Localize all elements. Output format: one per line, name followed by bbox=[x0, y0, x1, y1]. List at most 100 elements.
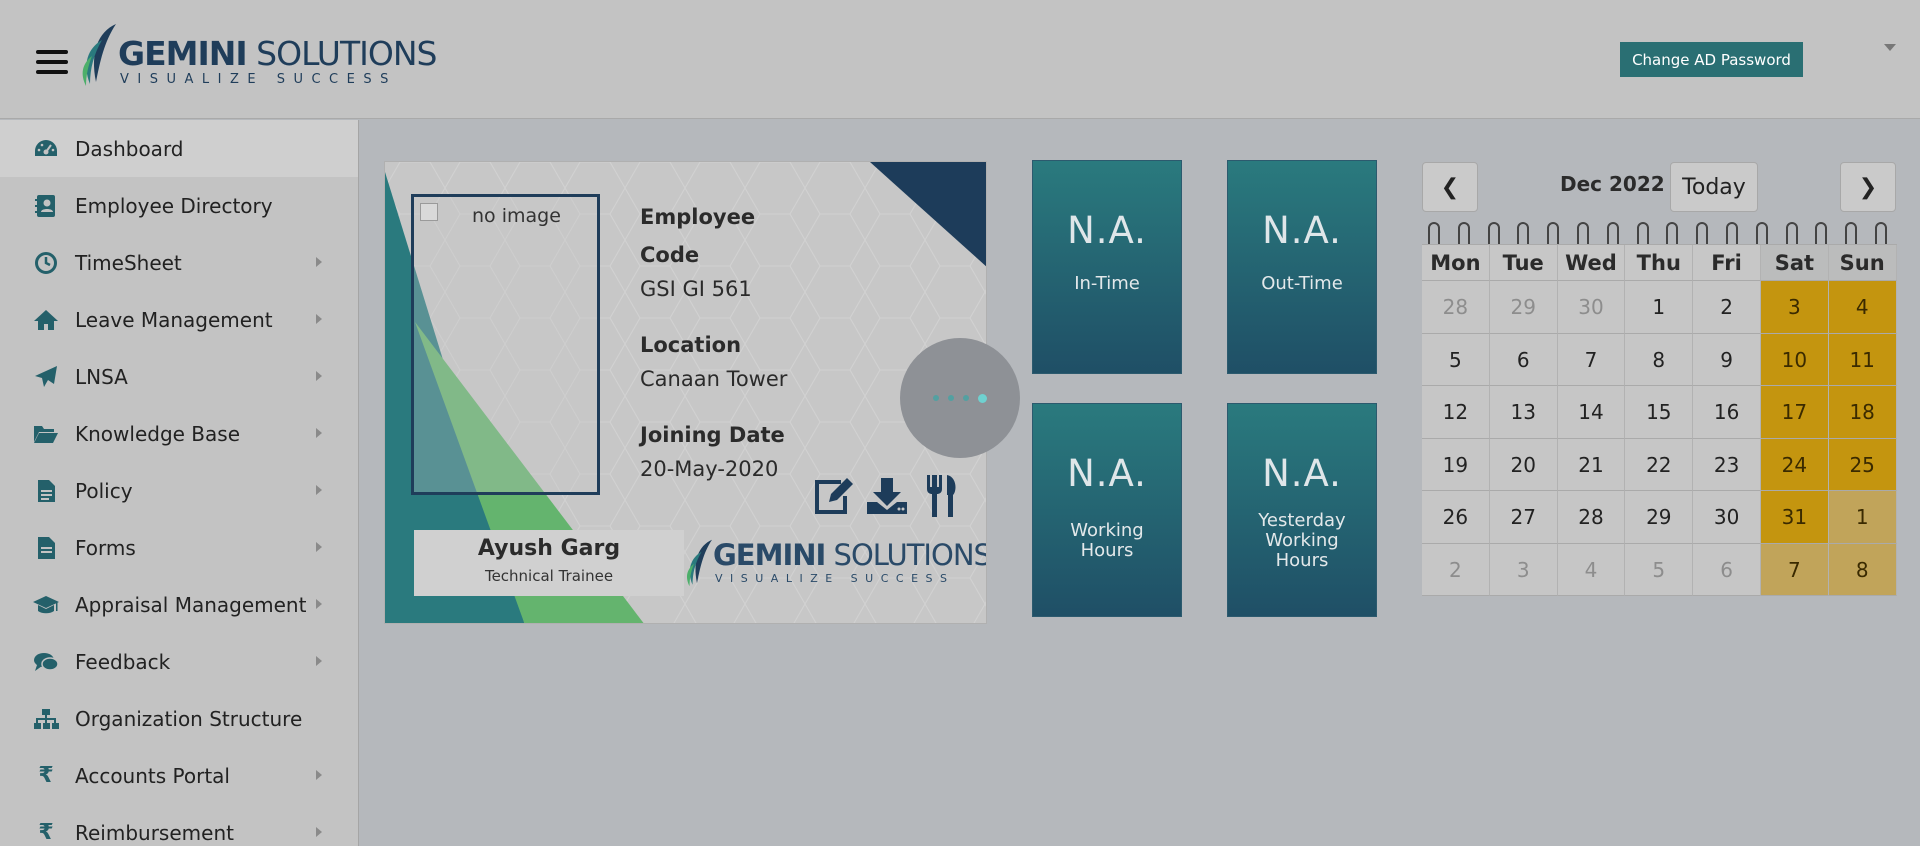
calendar-day-cell[interactable]: 28 bbox=[1422, 281, 1490, 334]
calendar-day-cell[interactable]: 8 bbox=[1828, 543, 1897, 596]
comments-icon bbox=[32, 648, 60, 676]
in-time-tile[interactable]: N.A. In-Time bbox=[1032, 160, 1182, 374]
calendar-day-cell[interactable]: 17 bbox=[1760, 386, 1829, 439]
sidebar-item-label: Organization Structure bbox=[75, 706, 303, 731]
calendar-day-cell[interactable]: 7 bbox=[1760, 543, 1829, 596]
calendar-week-row: 19 20 21 22 23 24 25 bbox=[1422, 438, 1897, 491]
yesterday-working-hours-label: Yesterday Working Hours bbox=[1258, 510, 1346, 571]
out-time-tile[interactable]: N.A. Out-Time bbox=[1227, 160, 1377, 374]
working-hours-tile[interactable]: N.A. Working Hours bbox=[1032, 403, 1182, 617]
calendar-day-cell[interactable]: 13 bbox=[1489, 386, 1558, 439]
calendar-day-cell[interactable]: 19 bbox=[1422, 438, 1490, 491]
calendar-day-cell[interactable]: 2 bbox=[1422, 543, 1490, 596]
sidebar-item-lnsa[interactable]: LNSA bbox=[0, 348, 358, 405]
calendar-day-cell[interactable]: 29 bbox=[1625, 491, 1694, 544]
calendar-day-cell[interactable]: 30 bbox=[1693, 491, 1761, 544]
sidebar-item-label: Policy bbox=[75, 478, 133, 503]
calendar-prev-button[interactable]: ❮ bbox=[1422, 162, 1478, 212]
weekday-tue: Tue bbox=[1489, 245, 1558, 281]
calendar-day-cell[interactable]: 25 bbox=[1828, 438, 1897, 491]
sidebar-item-policy[interactable]: Policy bbox=[0, 462, 358, 519]
calendar-day-cell[interactable]: 16 bbox=[1693, 386, 1761, 439]
calendar-day-cell[interactable]: 20 bbox=[1489, 438, 1558, 491]
employee-code-label-2: Code bbox=[640, 243, 700, 267]
calendar-day-cell[interactable]: 18 bbox=[1828, 386, 1897, 439]
calendar-day-cell[interactable]: 7 bbox=[1557, 333, 1626, 386]
calendar-day-cell[interactable]: 5 bbox=[1422, 333, 1490, 386]
calendar-week-row: 5 6 7 8 9 10 11 bbox=[1422, 333, 1897, 386]
company-logo[interactable]: GEMINI SOLUTIONS VISUALIZE SUCCESS bbox=[80, 22, 437, 88]
working-hours-label: Working Hours bbox=[1070, 520, 1144, 561]
calendar-day-cell[interactable]: 26 bbox=[1422, 491, 1490, 544]
calendar-day-cell[interactable]: 3 bbox=[1489, 543, 1558, 596]
user-menu-caret-icon[interactable] bbox=[1884, 44, 1896, 51]
calendar-today-button[interactable]: Today bbox=[1670, 162, 1758, 212]
sidebar-item-leave-management[interactable]: Leave Management bbox=[0, 291, 358, 348]
calendar-day-cell[interactable]: 27 bbox=[1489, 491, 1558, 544]
photo-alt-text: no image bbox=[472, 205, 561, 227]
employee-name: Ayush Garg bbox=[477, 536, 621, 561]
sidebar-item-knowledge-base[interactable]: Knowledge Base bbox=[0, 405, 358, 462]
sidebar-item-accounts-portal[interactable]: ₹ Accounts Portal bbox=[0, 747, 358, 804]
calendar-day-cell[interactable]: 12 bbox=[1422, 386, 1490, 439]
sidebar-item-employee-directory[interactable]: Employee Directory bbox=[0, 177, 358, 234]
sidebar-item-label: Accounts Portal bbox=[75, 763, 230, 788]
expand-arrow-icon bbox=[316, 827, 322, 837]
leaf-logo-icon bbox=[82, 24, 116, 86]
sidebar-item-forms[interactable]: Forms bbox=[0, 519, 358, 576]
sidebar-item-label: Reimbursement bbox=[75, 820, 234, 845]
change-ad-password-button[interactable]: Change AD Password bbox=[1620, 42, 1803, 77]
calendar-day-cell[interactable]: 31 bbox=[1760, 491, 1829, 544]
in-time-label: In-Time bbox=[1074, 273, 1140, 294]
calendar-day-cell[interactable]: 8 bbox=[1625, 333, 1694, 386]
calendar-day-cell[interactable]: 24 bbox=[1760, 438, 1829, 491]
calendar-day-cell[interactable]: 6 bbox=[1489, 333, 1558, 386]
sidebar-item-timesheet[interactable]: TimeSheet bbox=[0, 234, 358, 291]
cutlery-icon[interactable] bbox=[917, 472, 965, 520]
calendar-day-cell[interactable]: 4 bbox=[1557, 543, 1626, 596]
calendar-day-cell[interactable]: 1 bbox=[1828, 491, 1897, 544]
calendar-day-cell[interactable]: 15 bbox=[1625, 386, 1694, 439]
sidebar-item-reimbursement[interactable]: ₹ Reimbursement bbox=[0, 804, 358, 846]
sidebar-item-dashboard[interactable]: Dashboard bbox=[0, 120, 358, 177]
calendar-day-cell[interactable]: 9 bbox=[1693, 333, 1761, 386]
calendar-day-cell[interactable]: 2 bbox=[1693, 281, 1761, 334]
sidebar-item-feedback[interactable]: Feedback bbox=[0, 633, 358, 690]
calendar-day-cell[interactable]: 29 bbox=[1489, 281, 1558, 334]
calendar-day-cell[interactable]: 11 bbox=[1828, 333, 1897, 386]
calendar-day-cell[interactable]: 30 bbox=[1557, 281, 1626, 334]
document-icon bbox=[32, 477, 60, 505]
calendar-day-cell[interactable]: 28 bbox=[1557, 491, 1626, 544]
download-icon[interactable] bbox=[863, 472, 911, 520]
expand-arrow-icon bbox=[316, 599, 322, 609]
calendar-day-cell[interactable]: 22 bbox=[1625, 438, 1694, 491]
sidebar-item-label: Knowledge Base bbox=[75, 421, 240, 446]
calendar-day-cell[interactable]: 1 bbox=[1625, 281, 1694, 334]
dashboard-icon bbox=[32, 135, 60, 163]
calendar-day-cell[interactable]: 23 bbox=[1693, 438, 1761, 491]
calendar-day-cell[interactable]: 14 bbox=[1557, 386, 1626, 439]
calendar-day-cell[interactable]: 3 bbox=[1760, 281, 1829, 334]
yesterday-working-hours-tile[interactable]: N.A. Yesterday Working Hours bbox=[1227, 403, 1377, 617]
calendar-day-cell[interactable]: 4 bbox=[1828, 281, 1897, 334]
calendar-day-cell[interactable]: 21 bbox=[1557, 438, 1626, 491]
calendar-day-cell[interactable]: 6 bbox=[1693, 543, 1761, 596]
card-actions bbox=[809, 472, 965, 520]
calendar-day-cell[interactable]: 10 bbox=[1760, 333, 1829, 386]
employee-name-strip: Ayush Garg Technical Trainee bbox=[414, 530, 684, 596]
sidebar-item-label: Employee Directory bbox=[75, 193, 273, 218]
calendar-next-button[interactable]: ❯ bbox=[1840, 162, 1896, 212]
broken-image-icon bbox=[420, 203, 438, 221]
hamburger-menu-icon[interactable] bbox=[36, 50, 68, 76]
calendar-week-row: 28 29 30 1 2 3 4 bbox=[1422, 281, 1897, 334]
expand-arrow-icon bbox=[316, 485, 322, 495]
out-time-label: Out-Time bbox=[1261, 273, 1343, 294]
calendar-day-cell[interactable]: 5 bbox=[1625, 543, 1694, 596]
sidebar-item-appraisal-management[interactable]: Appraisal Management bbox=[0, 576, 358, 633]
sidebar-item-organization-structure[interactable]: Organization Structure bbox=[0, 690, 358, 747]
card-logo-wordmark: GEMINI SOLUTIONS bbox=[713, 538, 987, 572]
employee-code-value: GSI GI 561 bbox=[640, 277, 752, 301]
calendar-weekday-header: Mon Tue Wed Thu Fri Sat Sun bbox=[1422, 245, 1897, 281]
edit-icon[interactable] bbox=[809, 472, 857, 520]
rupee-icon: ₹ bbox=[38, 763, 54, 788]
